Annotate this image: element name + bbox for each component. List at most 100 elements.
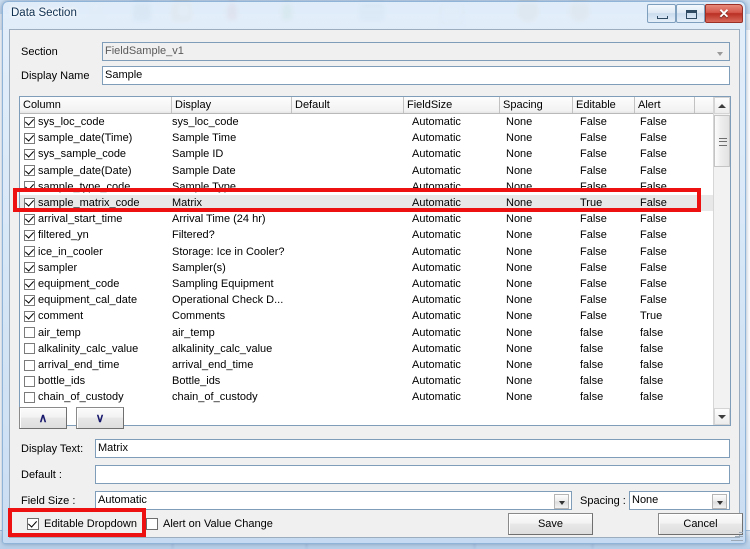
grid-header-default[interactable]: Default xyxy=(292,97,404,113)
row-checkbox[interactable] xyxy=(24,230,35,241)
row-checkbox[interactable] xyxy=(24,311,35,322)
row-checkbox[interactable] xyxy=(24,165,35,176)
save-button[interactable]: Save xyxy=(508,513,593,535)
row-checkbox[interactable] xyxy=(24,343,35,354)
row-checkbox[interactable] xyxy=(24,198,35,209)
scroll-down-button[interactable] xyxy=(714,408,730,425)
cell-fieldsize: Automatic xyxy=(412,276,502,292)
move-up-button[interactable]: ∧ xyxy=(19,407,67,429)
row-checkbox[interactable] xyxy=(24,246,35,257)
display-name-input[interactable]: Sample xyxy=(102,66,730,85)
row-checkbox[interactable] xyxy=(24,360,35,371)
chevron-down-icon[interactable] xyxy=(712,45,727,60)
field-size-combobox[interactable]: Automatic xyxy=(95,491,572,510)
table-row[interactable]: alkalinity_calc_valuealkalinity_calc_val… xyxy=(20,341,715,357)
minimize-button[interactable] xyxy=(647,4,676,23)
row-checkbox[interactable] xyxy=(24,376,35,387)
display-text-input[interactable]: Matrix xyxy=(95,439,730,458)
close-button[interactable]: ✕ xyxy=(705,4,743,23)
row-checkbox[interactable] xyxy=(24,279,35,290)
columns-grid[interactable]: Column Display Default FieldSize Spacing… xyxy=(19,96,731,426)
scroll-up-button[interactable] xyxy=(714,97,730,114)
row-checkbox[interactable] xyxy=(24,262,35,273)
alert-on-value-change-label[interactable]: Alert on Value Change xyxy=(163,518,273,530)
table-row[interactable]: chain_of_custodychain_of_custodyAutomati… xyxy=(20,389,715,405)
cell-fieldsize: Automatic xyxy=(412,195,502,211)
cell-spacing: None xyxy=(506,308,572,324)
grid-header-alert[interactable]: Alert xyxy=(635,97,695,113)
cell-spacing: None xyxy=(506,373,572,389)
row-checkbox[interactable] xyxy=(24,117,35,128)
grid-vertical-scrollbar[interactable] xyxy=(713,97,730,425)
row-checkbox[interactable] xyxy=(24,392,35,403)
table-row[interactable]: equipment_cal_dateOperational Check D...… xyxy=(20,292,715,308)
cell-spacing: None xyxy=(506,276,572,292)
table-row[interactable]: sys_loc_codesys_loc_codeAutomaticNoneFal… xyxy=(20,114,715,130)
grid-body[interactable]: sys_loc_codesys_loc_codeAutomaticNoneFal… xyxy=(20,114,715,426)
dialog-client-area: Section FieldSample_v1 Display Name Samp… xyxy=(9,29,740,538)
spacing-combobox[interactable]: None xyxy=(629,491,730,510)
cell-display: Sample ID xyxy=(172,146,290,162)
row-checkbox[interactable] xyxy=(24,214,35,225)
table-row[interactable]: bottle_idsBottle_idsAutomaticNonefalsefa… xyxy=(20,373,715,389)
table-row[interactable]: sample_matrix_codeMatrixAutomaticNoneTru… xyxy=(20,195,715,211)
cell-fieldsize: Automatic xyxy=(412,325,502,341)
move-down-button[interactable]: ∨ xyxy=(76,407,124,429)
cell-alert: False xyxy=(640,260,695,276)
cell-spacing: None xyxy=(506,292,572,308)
cell-display: alkalinity_calc_value xyxy=(172,341,290,357)
editable-dropdown-label[interactable]: Editable Dropdown xyxy=(44,518,137,530)
cell-alert: false xyxy=(640,389,695,405)
section-combobox[interactable]: FieldSample_v1 xyxy=(102,42,730,61)
table-row[interactable]: ice_in_coolerStorage: Ice in Cooler?Auto… xyxy=(20,244,715,260)
cell-fieldsize: Automatic xyxy=(412,163,502,179)
table-row[interactable]: arrival_end_timearrival_end_timeAutomati… xyxy=(20,357,715,373)
cell-display: Storage: Ice in Cooler? xyxy=(172,244,290,260)
chevron-down-icon[interactable] xyxy=(712,494,727,509)
alert-on-value-change-checkbox[interactable] xyxy=(146,518,158,530)
table-row[interactable]: samplerSampler(s)AutomaticNoneFalseFalse xyxy=(20,260,715,276)
cell-alert: False xyxy=(640,195,695,211)
data-section-window: Data Section ✕ Section FieldSample_v1 Di… xyxy=(2,1,746,544)
resize-grip-icon[interactable] xyxy=(731,529,743,541)
table-row[interactable]: sample_date(Time)Sample TimeAutomaticNon… xyxy=(20,130,715,146)
cell-editable: True xyxy=(580,195,635,211)
table-row[interactable]: equipment_codeSampling EquipmentAutomati… xyxy=(20,276,715,292)
table-row[interactable]: sample_type_codeSample TypeAutomaticNone… xyxy=(20,179,715,195)
field-size-label: Field Size : xyxy=(21,495,75,507)
cell-editable: False xyxy=(580,179,635,195)
display-name-label: Display Name xyxy=(21,70,89,82)
row-checkbox[interactable] xyxy=(24,133,35,144)
table-row[interactable]: sys_sample_codeSample IDAutomaticNoneFal… xyxy=(20,146,715,162)
row-checkbox[interactable] xyxy=(24,295,35,306)
row-checkbox[interactable] xyxy=(24,327,35,338)
row-checkbox[interactable] xyxy=(24,181,35,192)
chevron-down-icon[interactable] xyxy=(554,494,569,509)
grid-header-display[interactable]: Display xyxy=(172,97,292,113)
default-input[interactable] xyxy=(95,465,730,484)
maximize-button[interactable] xyxy=(676,4,705,23)
cell-column: sample_matrix_code xyxy=(38,195,168,211)
cell-column: bottle_ids xyxy=(38,373,168,389)
table-row[interactable]: sample_date(Date)Sample DateAutomaticNon… xyxy=(20,163,715,179)
grid-header-editable[interactable]: Editable xyxy=(573,97,635,113)
table-row[interactable]: filtered_ynFiltered?AutomaticNoneFalseFa… xyxy=(20,227,715,243)
scrollbar-thumb[interactable] xyxy=(714,115,730,167)
cell-display: Comments xyxy=(172,308,290,324)
cell-alert: False xyxy=(640,244,695,260)
cell-alert: False xyxy=(640,292,695,308)
cell-column: arrival_start_time xyxy=(38,211,168,227)
cell-spacing: None xyxy=(506,163,572,179)
table-row[interactable]: arrival_start_timeArrival Time (24 hr)Au… xyxy=(20,211,715,227)
grid-header-fieldsize[interactable]: FieldSize xyxy=(404,97,500,113)
cell-spacing: None xyxy=(506,341,572,357)
row-checkbox[interactable] xyxy=(24,149,35,160)
table-row[interactable]: air_tempair_tempAutomaticNonefalsefalse xyxy=(20,325,715,341)
title-bar[interactable]: Data Section ✕ xyxy=(3,2,745,27)
table-row[interactable]: commentCommentsAutomaticNoneFalseTrue xyxy=(20,308,715,324)
grid-header-spacing[interactable]: Spacing xyxy=(500,97,573,113)
grid-header-column[interactable]: Column xyxy=(20,97,172,113)
cell-editable: False xyxy=(580,276,635,292)
editable-dropdown-checkbox[interactable] xyxy=(27,518,39,530)
cell-spacing: None xyxy=(506,130,572,146)
